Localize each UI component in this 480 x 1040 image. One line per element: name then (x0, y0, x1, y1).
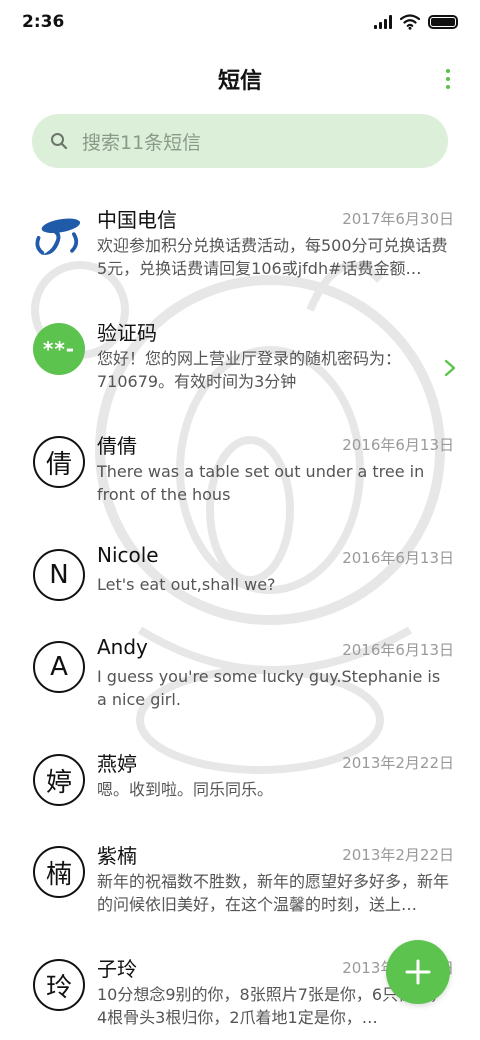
verification-code-avatar: **- (33, 323, 85, 375)
message-date: 2017年6月30日 (342, 210, 454, 228)
message-date: 2016年6月13日 (342, 641, 454, 659)
page-title: 短信 (217, 69, 262, 94)
contact-name: Nicole (97, 543, 159, 567)
more-options-button[interactable] (438, 66, 458, 92)
contact-name: 燕婷 (97, 752, 137, 776)
contact-avatar: 楠 (33, 846, 85, 898)
conversation-row[interactable]: A Andy 2016年6月13日 I guess you're some lu… (0, 621, 480, 734)
chevron-right-icon[interactable] (444, 359, 456, 377)
status-bar: 2:36 (0, 0, 480, 44)
conversation-row[interactable]: N Nicole 2016年6月13日 Let's eat out,shall … (0, 529, 480, 621)
contact-name: 中国电信 (97, 208, 177, 232)
message-date: 2013年2月22日 (342, 846, 454, 864)
contact-avatar: N (33, 549, 85, 601)
message-preview: 嗯。收到啦。同乐同乐。 (97, 780, 274, 799)
conversation-list: 中国电信 2017年6月30日 欢迎参加积分兑换话费活动，每500分可兑换话费5… (0, 190, 480, 1040)
battery-icon (428, 15, 458, 29)
contact-avatar: 倩 (33, 436, 85, 488)
signal-icon (374, 15, 392, 29)
contact-avatar: A (33, 641, 85, 693)
conversation-row[interactable]: 婷 燕婷 2013年2月22日 嗯。收到啦。同乐同乐。 (0, 734, 480, 826)
message-preview: 欢迎参加积分兑换话费活动，每500分可兑换话费5元，兑换话费请回复106或jfd… (97, 236, 448, 278)
search-placeholder: 搜索11条短信 (82, 131, 202, 154)
new-message-button[interactable] (386, 940, 450, 1004)
contact-name: 验证码 (97, 321, 157, 345)
message-preview: Let's eat out,shall we? (97, 575, 276, 594)
status-time: 2:36 (22, 12, 65, 32)
search-input[interactable]: 搜索11条短信 (32, 114, 448, 168)
message-preview: There was a table set out under a tree i… (97, 462, 425, 504)
conversation-row[interactable]: 楠 紫楠 2013年2月22日 新年的祝福数不胜数，新年的愿望好多好多，新年的问… (0, 826, 480, 939)
plus-icon (405, 959, 431, 985)
wifi-icon (400, 14, 420, 30)
message-preview: 新年的祝福数不胜数，新年的愿望好多好多，新年的问候依旧美好，在这个温馨的时刻，送… (97, 872, 450, 914)
message-date: 2016年6月13日 (342, 436, 454, 454)
message-date: 2013年2月22日 (342, 754, 454, 772)
conversation-row[interactable]: 倩 倩倩 2016年6月13日 There was a table set ou… (0, 416, 480, 529)
app-header: 短信 (0, 52, 480, 106)
message-date: 2016年6月13日 (342, 549, 454, 567)
contact-name: 紫楠 (97, 844, 137, 868)
message-preview: I guess you're some lucky guy.Stephanie … (97, 667, 441, 709)
message-preview: 您好！您的网上营业厅登录的随机密码为：710679。有效时间为3分钟 (97, 349, 402, 391)
status-icons (374, 14, 458, 30)
contact-name: 子玲 (97, 957, 137, 981)
contact-name: Andy (97, 635, 148, 659)
china-telecom-logo-icon (33, 210, 85, 262)
conversation-row[interactable]: **- 验证码 您好！您的网上营业厅登录的随机密码为：710679。有效时间为3… (0, 303, 480, 416)
contact-name: 倩倩 (97, 434, 137, 458)
contact-avatar: 玲 (33, 959, 85, 1011)
contact-avatar: 婷 (33, 754, 85, 806)
conversation-row[interactable]: 中国电信 2017年6月30日 欢迎参加积分兑换话费活动，每500分可兑换话费5… (0, 190, 480, 303)
search-icon (51, 133, 68, 150)
